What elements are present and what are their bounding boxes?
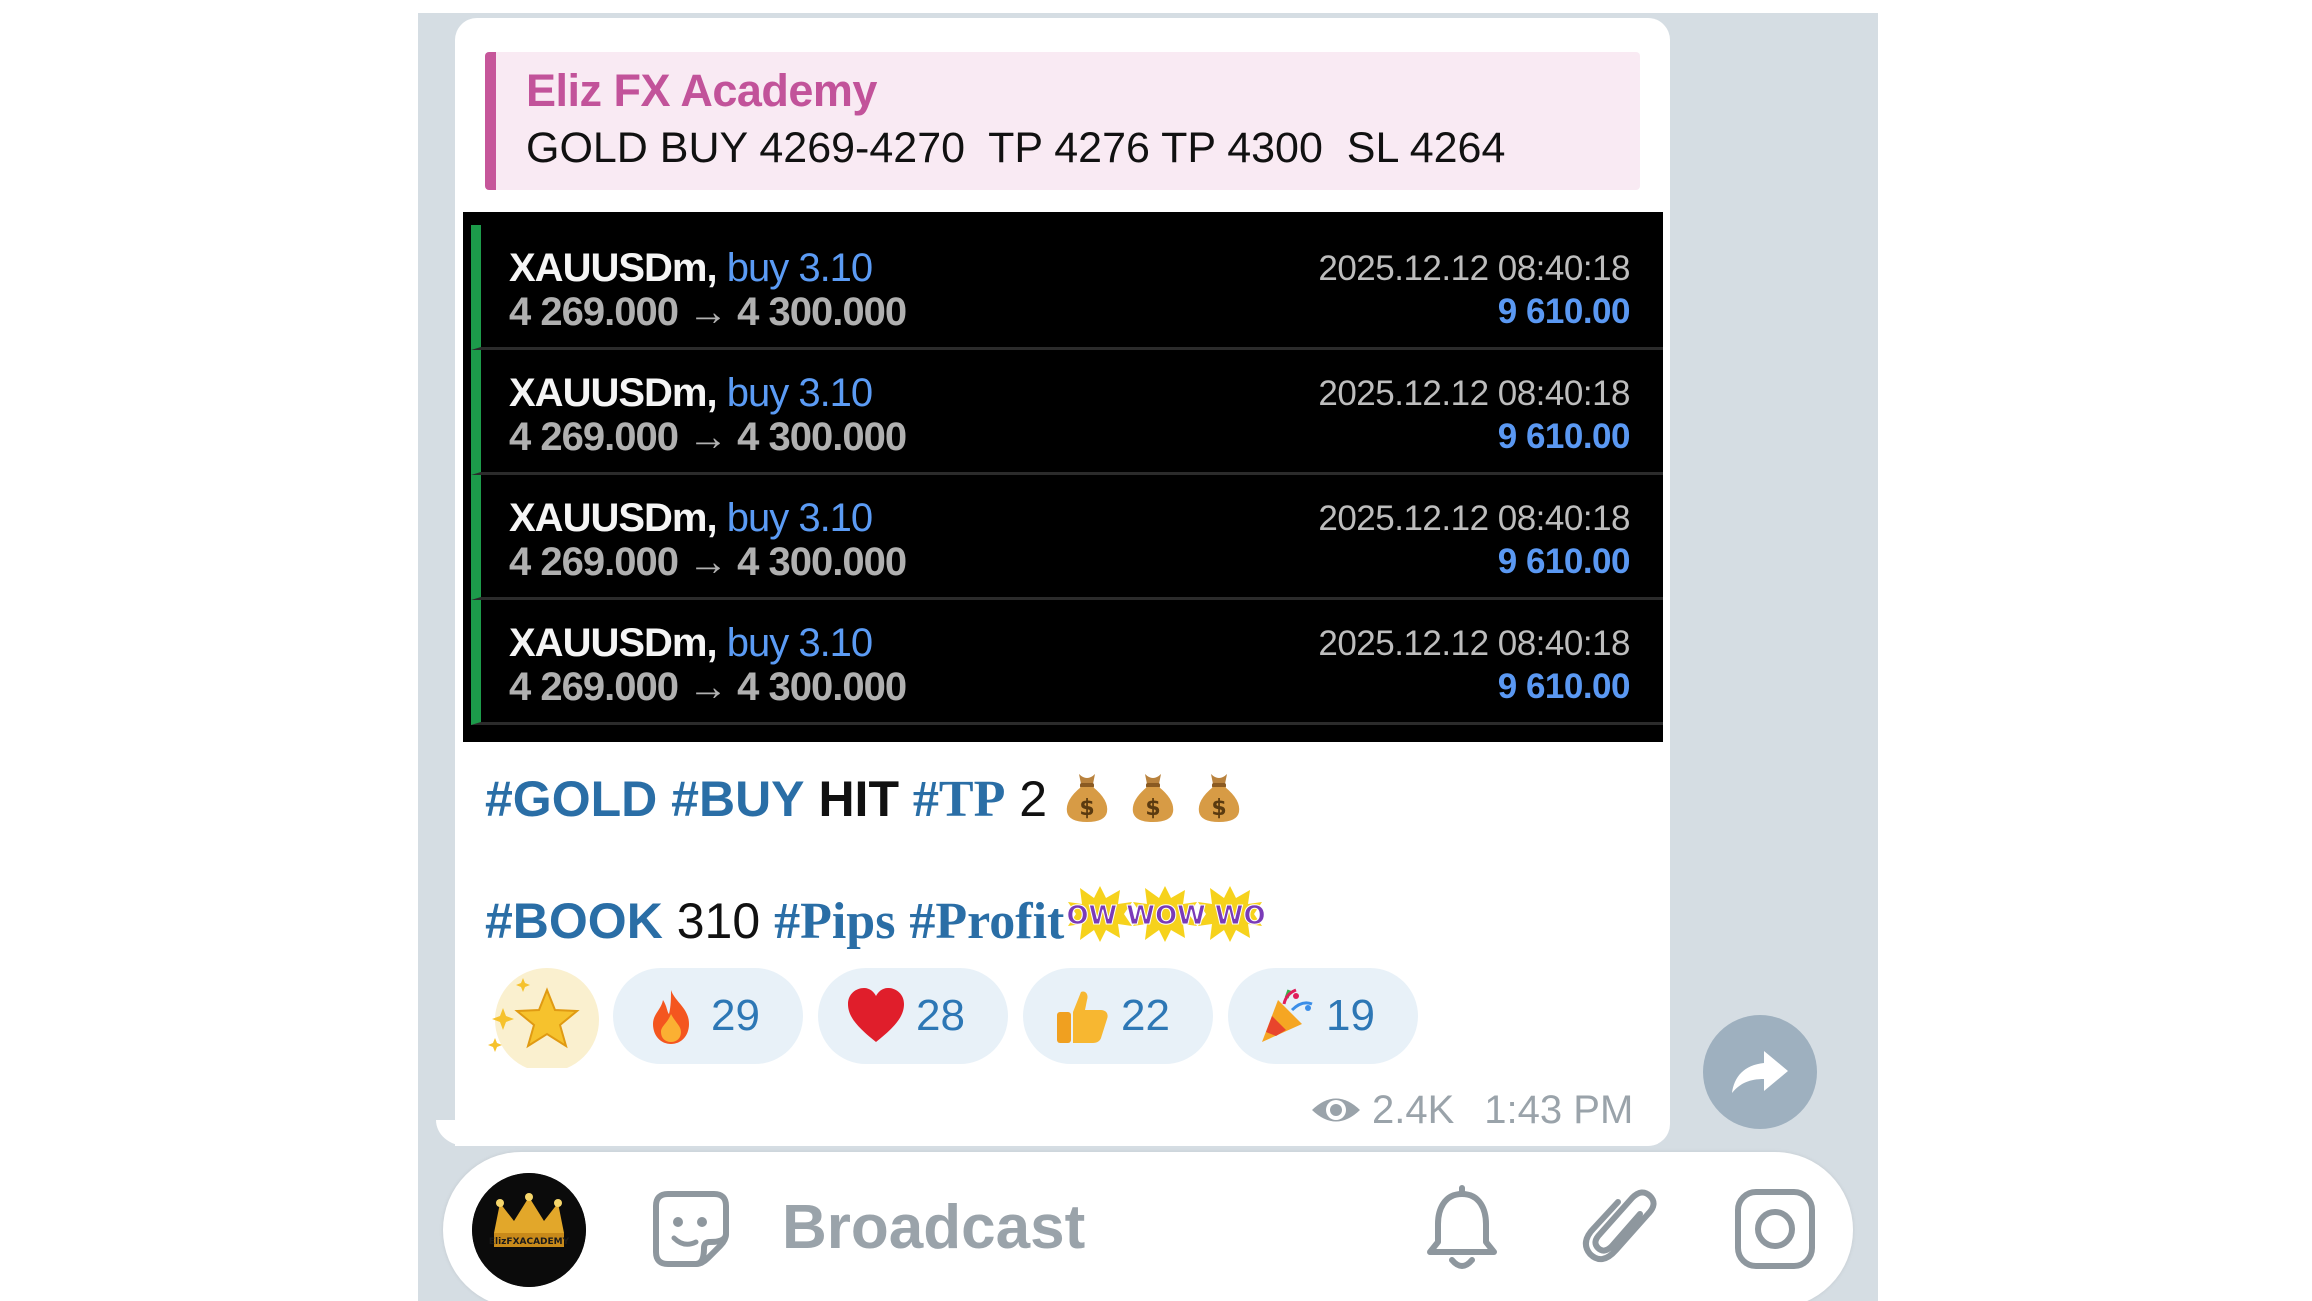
trade-time: 2025.12.12 08:40:18 <box>1318 624 1630 663</box>
sticker-icon[interactable] <box>648 1186 734 1272</box>
trade-screenshot[interactable]: XAUUSDm, buy 3.10 4 269.000 → 4 300.000 … <box>463 212 1663 742</box>
reaction-party[interactable]: 19 <box>1228 968 1418 1064</box>
bell-icon[interactable] <box>1422 1184 1502 1274</box>
trade-symbol: XAUUSDm, <box>509 371 718 415</box>
hashtag-tp[interactable]: #TP <box>913 771 1005 828</box>
reaction-heart[interactable]: 28 <box>818 968 1008 1064</box>
trade-row: XAUUSDm, buy 3.10 4 269.000 → 4 300.000 … <box>471 600 1663 725</box>
trade-side: buy 3.10 <box>726 496 873 540</box>
trade-symbol: XAUUSDm, <box>509 246 718 290</box>
forward-button[interactable] <box>1703 1015 1817 1129</box>
book-number: 310 <box>676 893 761 949</box>
hit-text: HIT <box>818 771 899 827</box>
hashtag-book[interactable]: #BOOK <box>485 893 663 949</box>
trade-profit: 9 610.00 <box>1497 417 1631 456</box>
hashtag-profit[interactable]: #Profit <box>909 893 1064 950</box>
reaction-count: 22 <box>1121 991 1170 1040</box>
camera-icon[interactable] <box>1732 1186 1818 1272</box>
star-reaction-icon[interactable] <box>483 968 599 1068</box>
forward-arrow-icon <box>1732 1051 1788 1093</box>
trade-prices: 4 269.000 → 4 300.000 <box>509 665 907 709</box>
money-bag-icon: $ <box>1198 774 1240 822</box>
channel-avatar[interactable]: ElizFXACADEMY <box>472 1173 586 1287</box>
svg-text:$: $ <box>1145 796 1160 821</box>
reaction-thumbs-up[interactable]: 22 <box>1023 968 1213 1064</box>
fire-icon <box>653 990 689 1044</box>
reaction-count: 28 <box>916 991 965 1040</box>
wow-sticker-icon: WOW WOW WOW <box>1066 886 1266 942</box>
trade-profit: 9 610.00 <box>1497 667 1631 706</box>
view-count: 2.4K <box>1372 1087 1455 1132</box>
trade-row: XAUUSDm, buy 3.10 4 269.000 → 4 300.000 … <box>471 475 1663 600</box>
reaction-fire[interactable]: 29 <box>613 968 803 1064</box>
eye-icon <box>1312 1098 1360 1122</box>
trade-prices: 4 269.000 → 4 300.000 <box>509 415 907 459</box>
quote-text: GOLD BUY 4269-4270 TP 4276 TP 4300 SL 42… <box>526 124 1506 172</box>
message-meta: 2.4K 1:43 PM <box>1310 1082 1633 1138</box>
money-bag-icon: $ <box>1066 774 1108 822</box>
message-line-1: #GOLD #BUY HIT #TP 2 $ $ $ <box>485 768 1245 831</box>
trade-prices: 4 269.000 → 4 300.000 <box>509 290 907 334</box>
quote-author: Eliz FX Academy <box>526 65 877 116</box>
hashtag-buy[interactable]: #BUY <box>671 771 804 827</box>
wow-text: WOW WOW WOW <box>1066 901 1266 931</box>
trade-time: 2025.12.12 08:40:18 <box>1318 499 1630 538</box>
tp-number: 2 <box>1019 771 1048 827</box>
trade-profit: 9 610.00 <box>1497 292 1631 331</box>
trade-symbol: XAUUSDm, <box>509 496 718 540</box>
trade-row: XAUUSDm, buy 3.10 4 269.000 → 4 300.000 … <box>471 350 1663 475</box>
svg-text:$: $ <box>1079 796 1094 821</box>
trade-symbol: XAUUSDm, <box>509 621 718 665</box>
trade-side: buy 3.10 <box>726 371 873 415</box>
reply-quote[interactable]: Eliz FX Academy GOLD BUY 4269-4270 TP 42… <box>485 52 1640 190</box>
svg-text:$: $ <box>1211 796 1226 821</box>
trade-side: buy 3.10 <box>726 621 873 665</box>
message-line-2: #BOOK 310 #Pips #Profit WOW WOW WOW <box>485 884 1266 953</box>
trade-side: buy 3.10 <box>726 246 873 290</box>
reaction-count: 19 <box>1326 991 1375 1040</box>
trade-time: 2025.12.12 08:40:18 <box>1318 249 1630 288</box>
trade-prices: 4 269.000 → 4 300.000 <box>509 540 907 584</box>
hashtag-gold[interactable]: #GOLD <box>485 771 657 827</box>
reaction-count: 29 <box>711 991 760 1040</box>
attachment-icon[interactable] <box>1578 1184 1662 1274</box>
hashtag-pips[interactable]: #Pips <box>774 893 895 950</box>
heart-icon <box>848 988 904 1042</box>
avatar-text: ElizFXACADEMY <box>489 1237 570 1247</box>
money-bag-icon: $ <box>1132 774 1174 822</box>
broadcast-input[interactable]: Broadcast <box>782 1190 1085 1266</box>
trade-time: 2025.12.12 08:40:18 <box>1318 374 1630 413</box>
party-popper-icon <box>1262 988 1313 1042</box>
message-time: 1:43 PM <box>1484 1087 1634 1132</box>
crown-logo-icon: ElizFXACADEMY <box>472 1173 586 1287</box>
thumbs-up-icon <box>1057 991 1108 1043</box>
trade-profit: 9 610.00 <box>1497 542 1631 581</box>
trade-row: XAUUSDm, buy 3.10 4 269.000 → 4 300.000 … <box>471 225 1663 350</box>
